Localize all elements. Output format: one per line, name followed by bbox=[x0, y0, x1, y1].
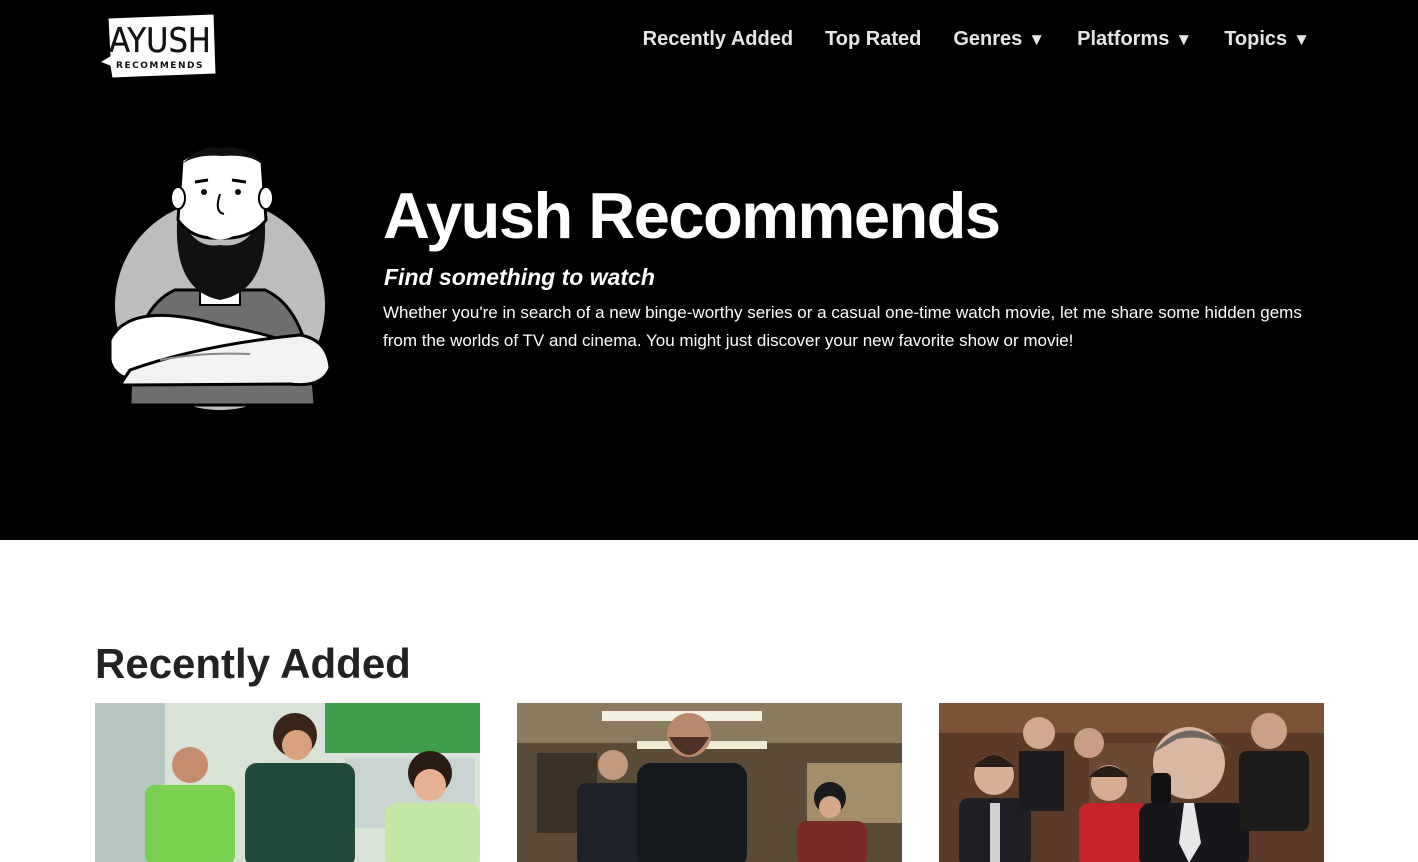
nav-top-rated[interactable]: Top Rated bbox=[825, 28, 921, 51]
nav-topics-label: Topics bbox=[1224, 28, 1288, 50]
nav-platforms-dropdown[interactable]: Platforms ▼ bbox=[1077, 28, 1192, 51]
card-1-thumbnail bbox=[95, 703, 480, 862]
hero-wave-divider bbox=[0, 440, 1418, 532]
recent-card-3[interactable] bbox=[939, 703, 1324, 862]
nav-topics-dropdown[interactable]: Topics ▼ bbox=[1224, 28, 1310, 51]
nav-recently-added[interactable]: Recently Added bbox=[643, 28, 793, 51]
nav-genres-label: Genres bbox=[953, 28, 1023, 50]
hero-subtitle: Find something to watch bbox=[384, 264, 655, 290]
card-2-thumbnail bbox=[517, 703, 902, 862]
logo-tagline: RECOMMENDS bbox=[116, 61, 204, 71]
nav-platforms-label: Platforms bbox=[1077, 28, 1170, 50]
hero-description: Whether you're in search of a new binge-… bbox=[383, 303, 1302, 350]
caret-down-icon: ▼ bbox=[1175, 30, 1193, 49]
logo-wordmark: AYUSH bbox=[109, 21, 211, 61]
site-logo[interactable]: AYUSH RECOMMENDS bbox=[98, 12, 218, 80]
avatar-illustration bbox=[100, 140, 340, 410]
recent-card-1[interactable] bbox=[95, 703, 480, 862]
main-nav: Recently Added Top Rated Genres ▼ Platfo… bbox=[643, 28, 1310, 51]
caret-down-icon: ▼ bbox=[1293, 30, 1310, 49]
card-3-thumbnail bbox=[939, 703, 1324, 862]
nav-genres-dropdown[interactable]: Genres ▼ bbox=[953, 28, 1045, 51]
caret-down-icon: ▼ bbox=[1028, 30, 1046, 49]
nav-recently-added-label: Recently Added bbox=[642, 28, 794, 50]
recently-added-heading: Recently Added bbox=[95, 640, 411, 687]
hero-title: Ayush Recommends bbox=[383, 179, 1001, 252]
nav-top-rated-label: Top Rated bbox=[825, 28, 922, 50]
recent-card-2[interactable] bbox=[517, 703, 902, 862]
